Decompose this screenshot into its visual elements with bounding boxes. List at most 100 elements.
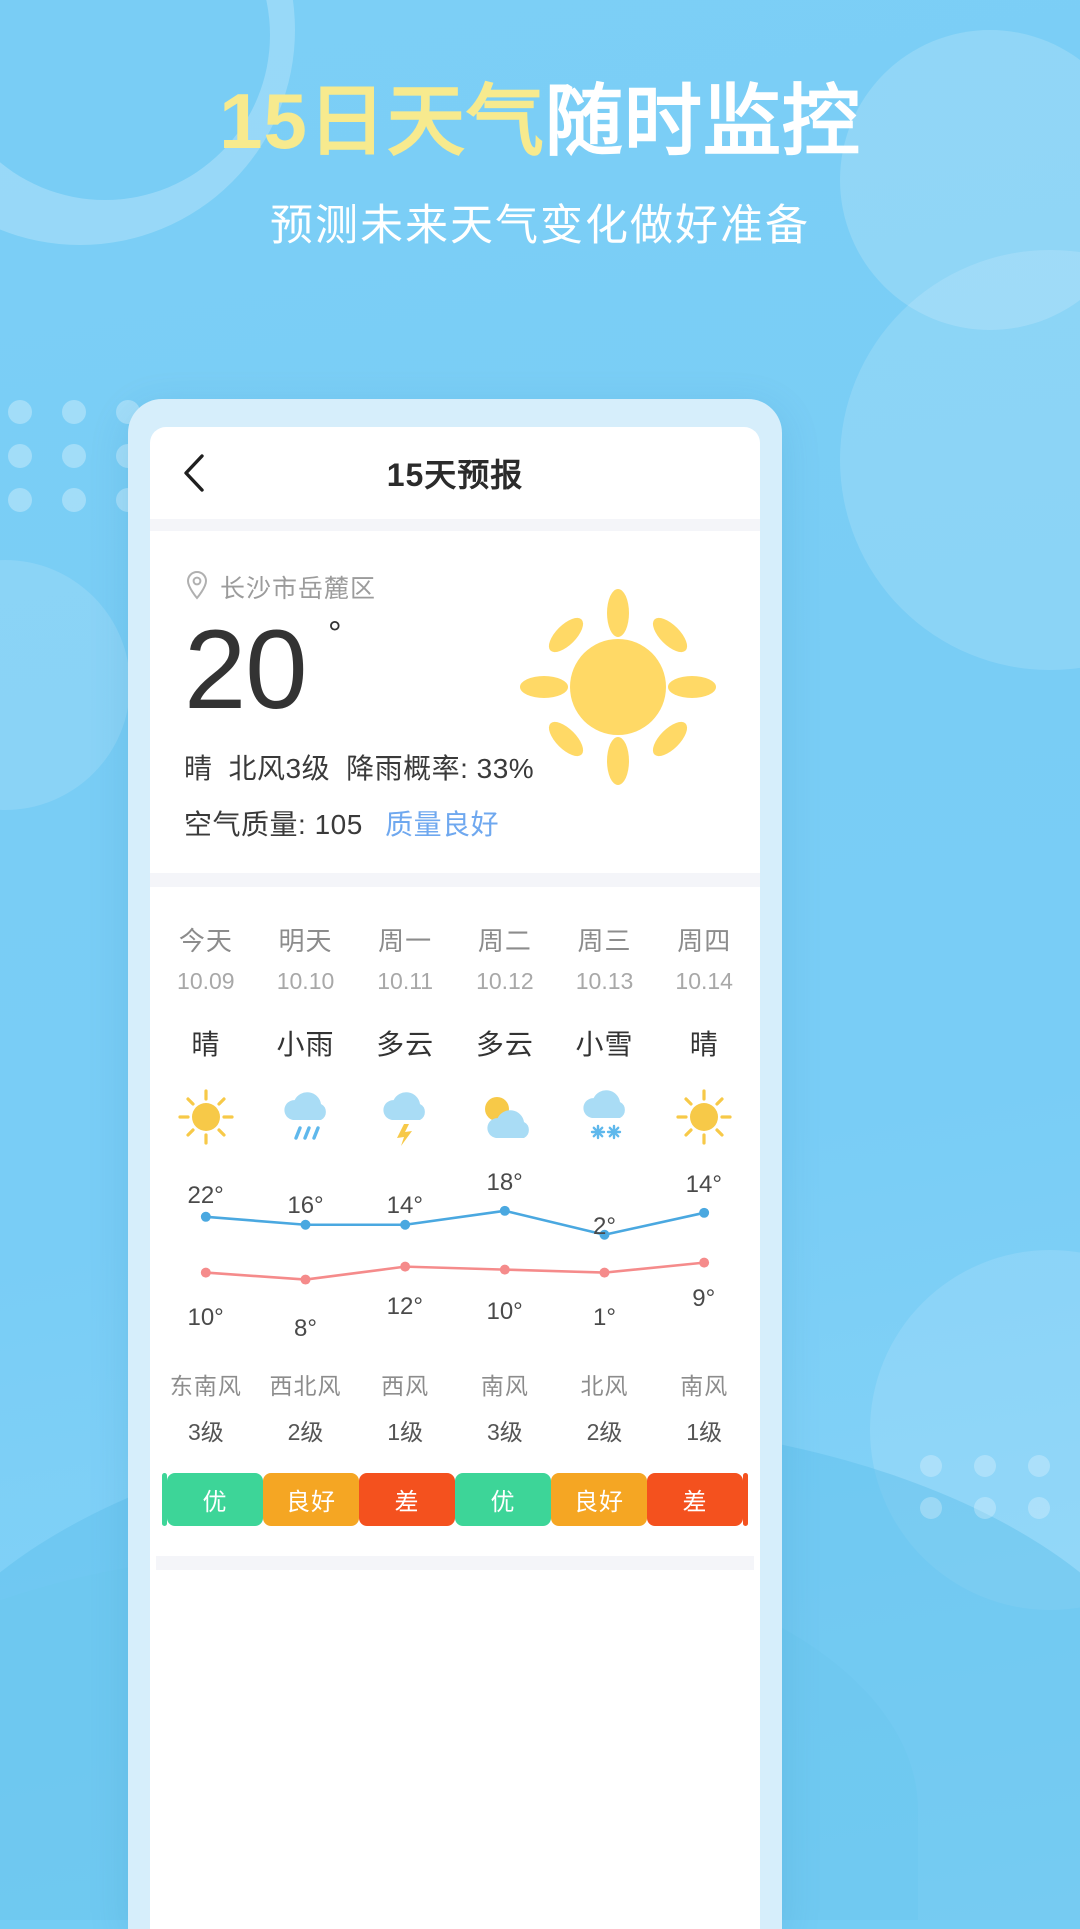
chart-labels: 22° 16° 14° 18° 2° 14° 10° 8° 12° 10° 1°…: [156, 1155, 754, 1345]
forecast-condition-cell: 晴: [654, 995, 754, 1063]
wind-level-cell: 2级: [256, 1401, 356, 1447]
snow-cloud-icon: [555, 1085, 655, 1149]
wind-direction-cell: 西风: [355, 1367, 455, 1401]
wind-level-cell: 1级: [355, 1401, 455, 1447]
forecast-icons-row: [156, 1063, 754, 1149]
forecast-date-cell: 10.09: [156, 958, 256, 995]
wind-direction: 南风: [680, 1372, 729, 1399]
forecast-column[interactable]: 周三: [555, 921, 655, 958]
aqi-value: 105: [314, 808, 363, 840]
hero-subtitle: 预测未来天气变化做好准备: [270, 202, 810, 251]
forecast-column[interactable]: 今天: [156, 921, 256, 958]
low-temp-label: 9°: [692, 1284, 716, 1312]
wind-level: 3级: [187, 1418, 224, 1445]
forecast-column[interactable]: 明天: [256, 921, 356, 958]
forecast-date-cell: 10.12: [455, 958, 555, 995]
wind-level: 1级: [387, 1418, 424, 1445]
current-rain-probability: 降雨概率: 33%: [346, 752, 535, 784]
forecast-column[interactable]: 周四: [654, 921, 754, 958]
forecast-conditions-row: 晴 小雨 多云 多云 小雪 晴: [156, 995, 754, 1063]
forecast-column[interactable]: 周二: [455, 921, 555, 958]
wind-level-cell: 3级: [156, 1401, 256, 1447]
aqi-label: 空气质量:: [184, 808, 307, 840]
aqi-scroll-indicator-right: [743, 1472, 748, 1526]
low-temp-label: 12°: [386, 1292, 423, 1320]
status-badge: 优: [167, 1472, 263, 1526]
wind-level-cell: 3级: [455, 1401, 555, 1447]
forecast-column[interactable]: 周一: [355, 921, 455, 958]
day-date: 10.11: [377, 967, 434, 994]
forecast-icon-cell: [455, 1063, 555, 1149]
degree-symbol: °: [327, 615, 342, 653]
forecast-icon-cell: [156, 1063, 256, 1149]
aqi-badge-cell: 差: [359, 1472, 455, 1526]
status-badge: 差: [647, 1472, 743, 1526]
back-button[interactable]: [170, 449, 218, 497]
wind-direction: 西风: [381, 1372, 430, 1399]
forecast-condition-cell: 小雨: [256, 995, 356, 1063]
forecast-dates-row: 10.09 10.10 10.11 10.12 10.13 10.14: [156, 958, 754, 995]
day-date: 10.12: [476, 967, 534, 994]
day-name: 周三: [577, 925, 632, 956]
day-date: 10.09: [177, 967, 235, 994]
forecast-aqi-row: 优 良好 差 优 良好 差: [156, 1472, 754, 1526]
wind-direction: 北风: [580, 1372, 629, 1399]
forecast-icon-cell: [256, 1063, 356, 1149]
location-pin-icon: [184, 570, 210, 605]
status-badge: 优: [455, 1472, 551, 1526]
hero-title-highlight: 15日天气: [219, 77, 545, 165]
aqi-badge-cell: 良好: [551, 1472, 647, 1526]
current-weather-section: 长沙市岳麓区 20 ° 晴北风3级 降雨概率: 33% 空气质量: 105 质量良…: [150, 531, 760, 873]
aqi-badge-cell: 优: [455, 1472, 551, 1526]
forecast-condition-cell: 多云: [355, 995, 455, 1063]
wind-level: 3级: [486, 1418, 523, 1445]
decorative-dot-grid: [920, 1455, 1062, 1519]
wind-level-cell: 1级: [654, 1401, 754, 1447]
current-aqi-line: 空气质量: 105 质量良好: [184, 803, 726, 843]
sun-icon: [156, 1085, 256, 1149]
wind-level: 1级: [686, 1418, 723, 1445]
wind-direction-cell: 东南风: [156, 1367, 256, 1401]
high-temp-label: 22°: [187, 1182, 224, 1210]
hero-section: 15日天气随时监控 预测未来天气变化做好准备: [0, 77, 1080, 253]
wind-direction: 西北风: [269, 1372, 342, 1399]
status-badge: 良好: [263, 1472, 359, 1526]
day-name: 周二: [477, 925, 532, 956]
current-temperature-value: 20: [184, 607, 308, 732]
aqi-quality-text: 质量良好: [385, 808, 500, 840]
forecast-icon-cell: [654, 1063, 754, 1149]
high-temp-label: 16°: [287, 1191, 324, 1219]
day-date: 10.10: [276, 967, 335, 994]
low-temp-label: 10°: [486, 1298, 523, 1326]
forecast-condition-cell: 小雪: [555, 995, 655, 1063]
wind-direction-cell: 北风: [555, 1367, 655, 1401]
wind-direction: 东南风: [169, 1372, 242, 1399]
aqi-badge-cell: 差: [647, 1472, 743, 1526]
sun-icon: [518, 587, 718, 787]
chevron-left-icon: [181, 452, 207, 494]
current-temperature: 20 °: [184, 611, 342, 729]
status-badge: 差: [359, 1472, 455, 1526]
wind-direction-cell: 南风: [654, 1367, 754, 1401]
day-date: 10.14: [675, 967, 733, 994]
hero-title-rest: 随时监控: [544, 77, 861, 165]
forecast-date-cell: 10.10: [256, 958, 356, 995]
forecast-condition-cell: 晴: [156, 995, 256, 1063]
day-condition: 晴: [689, 1028, 719, 1060]
section-divider: [156, 1555, 754, 1570]
low-temp-label: 8°: [294, 1315, 317, 1343]
sun-cloud-icon: [455, 1085, 555, 1149]
location-name: 长沙市岳麓区: [220, 575, 377, 603]
current-wind: 北风3级: [228, 752, 331, 784]
day-condition: 小雪: [575, 1028, 634, 1060]
phone-mockup: 15天预报 长沙市岳麓区 20 ° 晴北风3级 降雨概率: 33% 空气质量: …: [128, 399, 782, 1929]
wind-direction: 南风: [480, 1372, 529, 1399]
high-temp-label: 14°: [386, 1191, 423, 1219]
forecast-date-cell: 10.14: [654, 958, 754, 995]
wind-level: 2级: [287, 1418, 324, 1445]
aqi-badge-cell: 优: [167, 1472, 263, 1526]
sun-icon: [654, 1085, 754, 1149]
current-condition: 晴: [184, 752, 213, 784]
forecast-condition-cell: 多云: [455, 995, 555, 1063]
thunder-cloud-icon: [355, 1085, 455, 1149]
